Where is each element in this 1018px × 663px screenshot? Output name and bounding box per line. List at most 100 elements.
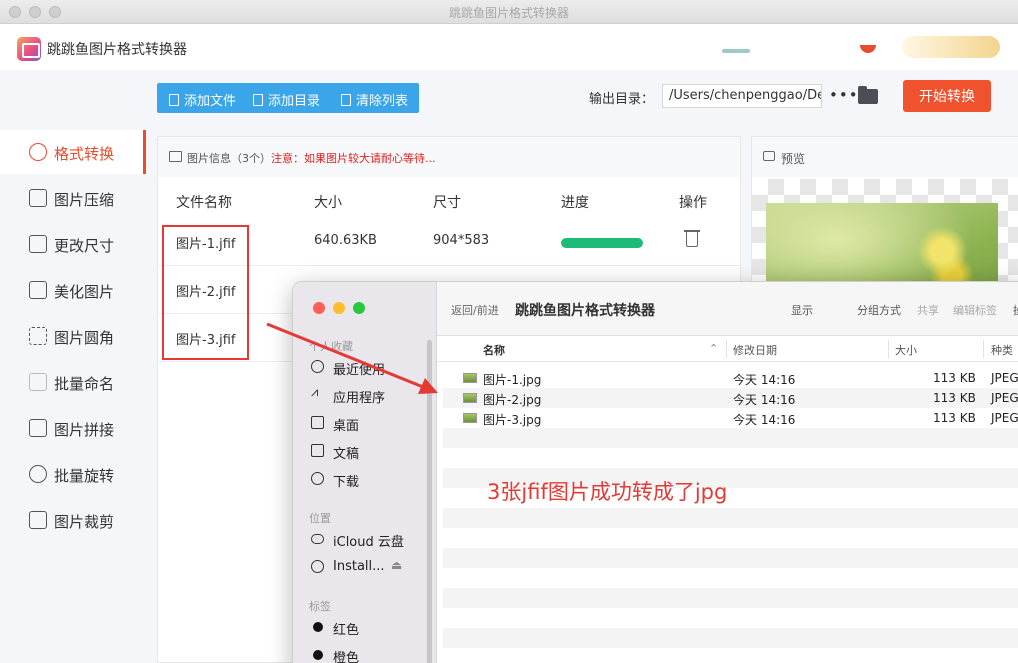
edit-tags-button[interactable]: 编辑标签 [953,302,997,318]
open-folder-icon[interactable] [858,86,878,104]
column-header-kind[interactable]: 种类 [991,342,1013,358]
panel-header: 图片信息（3个）注意：如果图片较大请耐心等待... [158,137,740,177]
view-button[interactable]: 显示 [791,302,813,318]
resize-icon [29,235,47,253]
app-header: 跳跳鱼图片格式转换器 [0,24,1018,70]
output-dir-label: 输出目录： [589,92,655,107]
finder-item-documents[interactable]: 文稿 [311,440,431,462]
trash-icon [341,94,351,106]
empty-row [443,428,1018,448]
add-folder-button[interactable]: 添加目录 [253,90,320,109]
add-folder-label: 添加目录 [268,94,321,109]
clear-list-button[interactable]: 清除列表 [341,90,408,109]
finder-item-installer[interactable]: Install... ⏏ [311,556,431,578]
sidebar-item-rotate[interactable]: 批量旋转 [0,452,146,496]
wait-notice: 注意：如果图片较大请耐心等待... [271,152,436,165]
file-dimension: 904*583 [433,233,490,248]
sidebar-item-rounded-corner[interactable]: 图片圆角 [0,314,146,358]
finder-item-label: 橙色 [333,651,360,663]
finder-item-recents[interactable]: 最近使用 [311,356,431,378]
action-button[interactable]: 操 [1013,302,1018,318]
convert-icon [29,143,47,161]
file-size: 113 KB [933,411,976,425]
preview-header: 预览 [752,137,1018,177]
locations-section-label: 位置 [309,512,331,525]
cloud-icon [311,534,324,544]
stitch-icon [29,419,47,437]
sidebar-item-compress[interactable]: 图片压缩 [0,176,146,220]
column-header-size: 大小 [314,195,342,211]
start-convert-button[interactable]: 开始转换 [903,80,991,112]
sidebar-item-resize[interactable]: 更改尺寸 [0,222,146,266]
back-forward-button[interactable]: 返回/前进 [451,302,499,318]
column-header-name[interactable]: 名称 [483,342,505,358]
highlight-box [162,225,249,360]
finder-column-header: 名称 ⌃ 修改日期 大小 种类 [437,336,1018,362]
desktop-icon [311,416,324,429]
zoom-window-button[interactable] [353,302,365,314]
tag-dot-icon [313,650,323,660]
finder-tag-orange[interactable]: 橙色 [311,644,431,663]
output-dir-field[interactable]: /Users/chenpenggao/Desktop [662,84,822,108]
column-header-date[interactable]: 修改日期 [733,342,777,358]
finder-item-icloud[interactable]: iCloud 云盘 [311,528,431,550]
image-info-title: 图片信息（3个）注意：如果图片较大请耐心等待... [187,150,436,166]
column-header-action: 操作 [679,195,707,211]
file-toolbar: 添加文件 添加目录 清除列表 [157,83,419,113]
minimize-window-button[interactable] [333,302,345,314]
sidebar-scrollbar[interactable] [427,340,432,663]
progress-bar [561,238,643,248]
more-options-button[interactable]: ••• [829,86,859,104]
sidebar-item-beautify[interactable]: 美化图片 [0,268,146,312]
file-icon [169,94,179,106]
header-decoration [860,45,876,53]
document-icon [311,444,324,457]
finder-sidebar: 个人收藏 最近使用 ⩘ 应用程序 桌面 文稿 下载 位置 iCloud 云盘 In… [293,282,437,663]
file-row[interactable]: 图片-2.jpg 今天 14:16 113 KB JPEG [443,388,1018,408]
sidebar-item-label: 更改尺寸 [54,237,115,255]
column-header-dimension: 尺寸 [433,195,461,211]
annotation-text: 3张jfif图片成功转成了jpg [487,480,728,504]
applications-icon: ⩘ [311,385,319,400]
rename-icon [29,373,47,391]
window-titlebar: 跳跳鱼图片格式转换器 [0,0,1018,24]
file-row[interactable]: 图片-1.jpg 今天 14:16 113 KB JPEG [443,368,1018,388]
eject-icon[interactable]: ⏏ [391,558,402,572]
empty-row [443,508,1018,528]
finder-tag-red[interactable]: 红色 [311,616,431,638]
sidebar-item-rename[interactable]: 批量命名 [0,360,146,404]
sidebar-item-label: 图片压缩 [54,191,115,209]
app-name: 跳跳鱼图片格式转换器 [47,42,187,58]
finder-window: 个人收藏 最近使用 ⩘ 应用程序 桌面 文稿 下载 位置 iCloud 云盘 In… [292,281,1018,663]
group-button[interactable]: 分组方式 [857,302,901,318]
close-window-button[interactable] [313,302,325,314]
file-row[interactable]: 图片-3.jpg 今天 14:16 113 KB JPEG [443,408,1018,428]
file-kind: JPEG [991,411,1018,425]
file-size: 113 KB [933,391,976,405]
sidebar-item-convert[interactable]: 格式转换 [0,130,146,174]
column-header-size[interactable]: 大小 [895,342,917,358]
folder-icon [253,94,263,106]
add-file-button[interactable]: 添加文件 [169,90,236,109]
sort-chevron-icon[interactable]: ⌃ [709,342,718,355]
vip-banner[interactable] [902,36,1000,58]
empty-row [443,588,1018,608]
window-title: 跳跳鱼图片格式转换器 [448,6,569,20]
finder-item-label: 桌面 [333,419,360,434]
share-button[interactable]: 共享 [917,302,939,318]
preview-icon [763,151,775,161]
delete-icon[interactable] [684,230,700,247]
finder-item-downloads[interactable]: 下载 [311,468,431,490]
compress-icon [29,189,47,207]
sidebar-item-stitch[interactable]: 图片拼接 [0,406,146,450]
file-kind: JPEG [991,391,1018,405]
sidebar-item-label: 格式转换 [54,145,115,163]
favorites-section-label: 个人收藏 [309,340,353,353]
finder-item-applications[interactable]: ⩘ 应用程序 [311,384,431,406]
beautify-icon [29,281,47,299]
file-name: 图片-3.jpg [483,413,542,427]
sidebar-item-crop[interactable]: 图片裁剪 [0,498,146,542]
finder-item-desktop[interactable]: 桌面 [311,412,431,434]
column-header-progress: 进度 [561,195,589,211]
file-date: 今天 14:16 [733,373,796,387]
